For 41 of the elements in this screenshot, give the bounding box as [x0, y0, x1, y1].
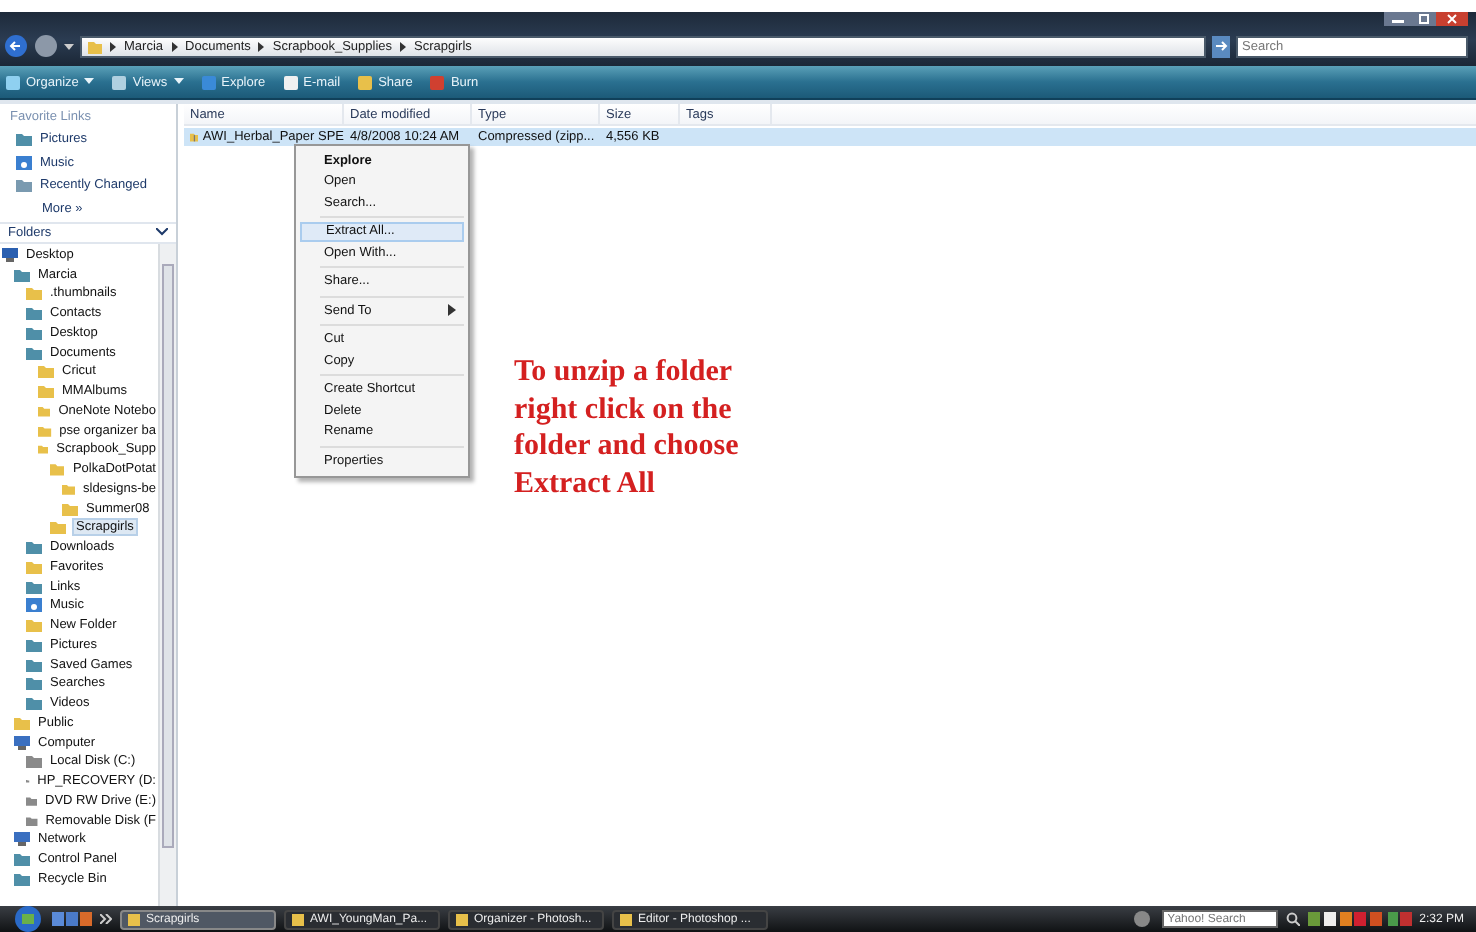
- note-icon: [26, 598, 42, 613]
- caret-icon: [173, 78, 184, 86]
- caret-icon: [84, 78, 95, 86]
- toolbar-icon: [430, 75, 445, 89]
- chevron-icon: [258, 41, 265, 51]
- forward-button-icon: [34, 34, 58, 58]
- search-icon: [1285, 912, 1300, 926]
- minimize-button-icon: [1384, 12, 1412, 26]
- folder-icon: [16, 178, 32, 193]
- window-icon: [456, 913, 468, 925]
- toolbar-icon: [283, 75, 298, 89]
- window-icon: [128, 913, 140, 925]
- scrollbar[interactable]: [158, 243, 176, 906]
- chevron-icon: [171, 41, 178, 51]
- toolbar-logo-icon: [1129, 910, 1154, 928]
- window-icon: [292, 913, 304, 925]
- zip-folder-icon: [190, 130, 199, 144]
- window-icon: [620, 913, 632, 925]
- back-button-icon: [4, 34, 28, 58]
- monitor-icon: [14, 735, 30, 750]
- close-button-icon: [1436, 12, 1468, 26]
- chevron-icon: [110, 41, 116, 51]
- start-button-icon: [12, 906, 44, 932]
- refresh-icon: [1212, 35, 1230, 57]
- toolbar-icon: [112, 75, 127, 89]
- folder-icon: [88, 39, 102, 53]
- toolbar-icon: [358, 75, 373, 89]
- toolbar-icon: [6, 75, 20, 89]
- annotation-text: To unzip a folder right click on the folder and choose Extract All: [514, 354, 741, 502]
- monitor-icon: [14, 832, 30, 847]
- submenu-arrow-icon: [448, 304, 456, 317]
- quick-launch-icons-drawing: [52, 911, 92, 927]
- double-chevron-icon: [100, 914, 112, 924]
- chevron-icon: [156, 228, 168, 236]
- toolbar-icon: [201, 75, 216, 89]
- tray-icons-drawing: [1307, 911, 1412, 927]
- note-icon: [16, 155, 32, 170]
- folder-icon: [16, 132, 32, 147]
- chevron-icon: [400, 41, 407, 51]
- monitor-icon: [2, 247, 18, 262]
- maximize-button-icon: [1412, 12, 1436, 26]
